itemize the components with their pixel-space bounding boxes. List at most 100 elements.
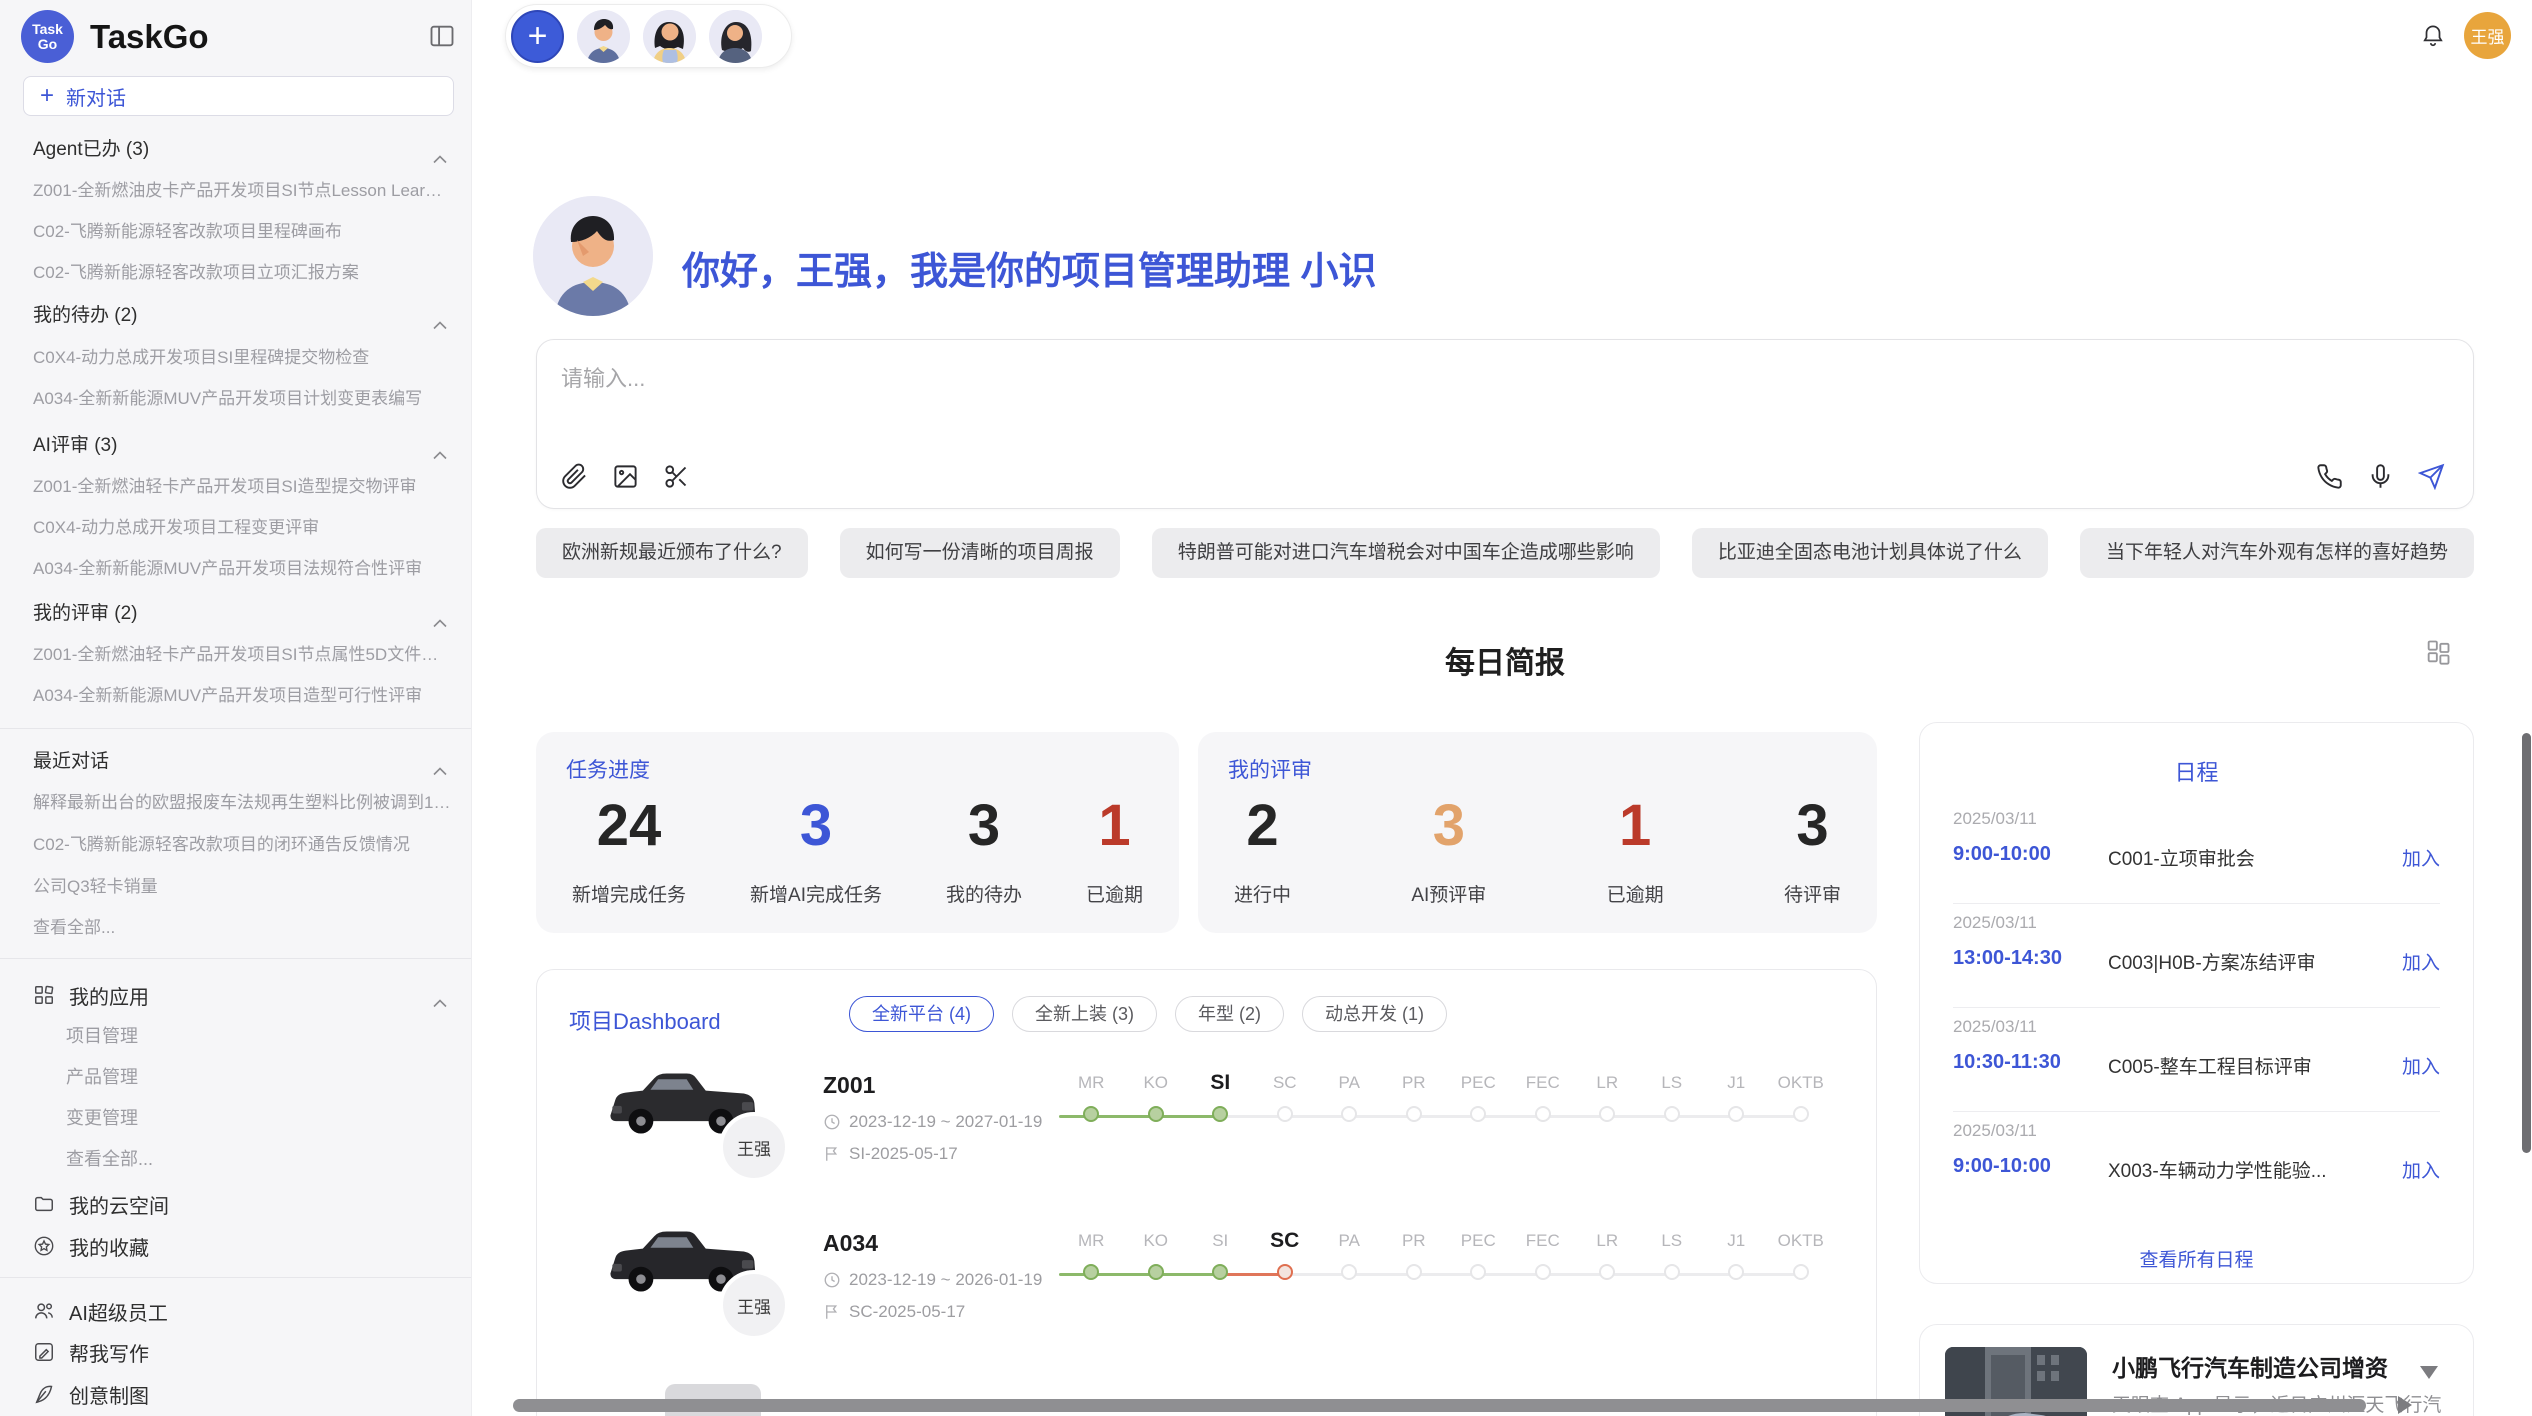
bell-icon[interactable] [2420,22,2446,48]
section-my-review[interactable]: 我的评审 (2) [33,600,451,628]
conversation-item[interactable]: C0X4-动力总成开发项目工程变更评审 [33,515,451,541]
join-button[interactable]: 加入 [2402,844,2440,871]
conversation-item[interactable]: Z001-全新燃油轻卡产品开发项目SI造型提交物评审 [33,474,451,500]
join-button[interactable]: 加入 [2402,948,2440,975]
project-row[interactable]: 王强 Z001 2023-12-19 ~ 2027-01-19 SI-2025-… [537,1050,1878,1200]
mic-icon[interactable] [2367,463,2394,490]
app-item-change-mgmt[interactable]: 变更管理 [66,1105,451,1131]
tab-new-body[interactable]: 全新上装 (3) [1012,996,1157,1032]
section-ai-review[interactable]: AI评审 (3) [33,432,451,460]
app-item-product-mgmt[interactable]: 产品管理 [66,1064,451,1090]
chevron-up-icon[interactable] [433,145,447,154]
recent-item[interactable]: 公司Q3轻卡销量 [33,874,451,900]
join-button[interactable]: 加入 [2402,1156,2440,1183]
milestone-labels: MR KO SI SC PA PR PEC FEC LR LS J1 OKTB [1059,1068,1833,1098]
horizontal-scrollbar[interactable] [513,1399,2366,1412]
sidebar-item-cloud-space[interactable]: 我的云空间 [33,1190,451,1218]
topbar-quick-pill: + [505,4,792,68]
avatar[interactable] [643,10,696,63]
star-icon [33,1235,55,1257]
chevron-up-icon[interactable] [433,991,447,1000]
conversation-item[interactable]: C0X4-动力总成开发项目SI里程碑提交物检查 [33,345,451,371]
sidebar-collapse-icon[interactable] [428,22,456,50]
tab-powertrain[interactable]: 动总开发 (1) [1302,996,1447,1032]
scroll-down-arrow-icon[interactable] [2420,1366,2438,1379]
milestone-node [1664,1264,1680,1280]
schedule-time: 13:00-14:30 [1953,947,2062,970]
recent-item[interactable]: C02-飞腾新能源轻客改款项目的闭环通告反馈情况 [33,832,451,858]
conversation-item[interactable]: A034-全新新能源MUV产品开发项目计划变更表编写 [33,386,451,412]
scissors-icon[interactable] [663,463,690,490]
milestone-line [1059,1104,1833,1128]
schedule-time: 10:30-11:30 [1953,1051,2061,1074]
layout-grid-icon[interactable] [2424,638,2452,666]
help-write-label: 帮我写作 [69,1338,149,1367]
milestone-node [1341,1264,1357,1280]
send-icon[interactable] [2418,463,2445,490]
add-conversation-button[interactable]: + [511,10,564,63]
logo-line2: Go [38,37,57,52]
avatar[interactable] [709,10,762,63]
app-title: TaskGo [90,18,209,56]
clock-icon [823,1113,841,1131]
section-agent-done[interactable]: Agent已办 (3) [33,136,451,164]
app-root: Task Go TaskGo + 新对话 Agent已办 (3) Z001-全新… [0,0,2532,1416]
project-flag: SI-2025-05-17 [823,1144,958,1164]
suggestion-chip[interactable]: 欧洲新规最近颁布了什么? [536,528,808,578]
user-avatar[interactable]: 王强 [2464,12,2511,59]
conversation-item[interactable]: Z001-全新燃油皮卡产品开发项目SI节点Lesson Learn报告 [33,178,451,204]
stat-my-todo: 3 我的待办 [940,790,1028,915]
write-icon [33,1341,55,1363]
sidebar-item-ai-staff[interactable]: AI超级员工 [33,1297,451,1325]
vertical-scrollbar[interactable] [2522,733,2531,1153]
section-recent[interactable]: 最近对话 [33,748,451,776]
project-dates: 2023-12-19 ~ 2027-01-19 [823,1112,1042,1132]
chevron-up-icon[interactable] [433,441,447,450]
suggestion-chip[interactable]: 当下年轻人对汽车外观有怎样的喜好趋势 [2080,528,2474,578]
schedule-name: X003-车辆动力学性能验... [2108,1156,2327,1183]
creative-draw-label: 创意制图 [69,1380,149,1409]
divider [1953,1007,2440,1008]
conversation-item[interactable]: A034-全新新能源MUV产品开发项目造型可行性评审 [33,683,451,709]
recent-item[interactable]: 解释最新出台的欧盟报废车法规再生塑料比例被调到15%... [33,790,451,816]
sidebar-item-favorites[interactable]: 我的收藏 [33,1232,451,1260]
avatar[interactable] [577,10,630,63]
schedule-name: C001-立项审批会 [2108,844,2255,871]
sidebar-item-creative-draw[interactable]: 创意制图 [33,1380,451,1408]
chevron-up-icon[interactable] [433,311,447,320]
milestone-node-done [1148,1264,1164,1280]
conversation-item[interactable]: C02-飞腾新能源轻客改款项目立项汇报方案 [33,260,451,286]
app-item-project-mgmt[interactable]: 项目管理 [66,1023,451,1049]
view-all-schedule-link[interactable]: 查看所有日程 [1920,1245,2473,1272]
ai-staff-label: AI超级员工 [69,1297,168,1326]
milestone-node-overdue [1277,1264,1293,1280]
sidebar-item-help-write[interactable]: 帮我写作 [33,1338,451,1366]
apps-view-all[interactable]: 查看全部... [66,1146,451,1172]
tab-year-model[interactable]: 年型 (2) [1175,996,1284,1032]
paperclip-icon[interactable] [561,463,588,490]
chevron-up-icon[interactable] [433,757,447,766]
chevron-up-icon[interactable] [433,609,447,618]
image-icon[interactable] [612,463,639,490]
project-owner-avatar: 王强 [719,1270,789,1340]
suggestion-chip[interactable]: 如何写一份清晰的项目周报 [840,528,1120,578]
suggestion-chip[interactable]: 特朗普可能对进口汽车增税会对中国车企造成哪些影响 [1152,528,1660,578]
recent-view-all[interactable]: 查看全部... [33,915,451,941]
scroll-right-arrow-icon[interactable] [2398,1396,2412,1414]
conversation-item[interactable]: C02-飞腾新能源轻客改款项目里程碑画布 [33,219,451,245]
join-button[interactable]: 加入 [2402,1052,2440,1079]
new-chat-button[interactable]: + 新对话 [23,76,454,116]
tab-all-platform[interactable]: 全新平台 (4) [849,996,994,1032]
section-my-todo[interactable]: 我的待办 (2) [33,302,451,330]
conversation-item[interactable]: A034-全新新能源MUV产品开发项目法规符合性评审 [33,556,451,582]
project-row[interactable]: 王强 A034 2023-12-19 ~ 2026-01-19 SC-2025-… [537,1208,1878,1358]
chat-input[interactable] [561,366,2061,392]
conversation-item[interactable]: Z001-全新燃油轻卡产品开发项目SI节点属性5D文件评审 [33,642,451,668]
suggestion-chip[interactable]: 比亚迪全固态电池计划具体说了什么 [1692,528,2048,578]
schedule-date: 2025/03/11 [1953,1017,2037,1037]
sidebar: Task Go TaskGo + 新对话 Agent已办 (3) Z001-全新… [0,0,472,1416]
phone-icon[interactable] [2316,463,2343,490]
sidebar-item-my-apps[interactable]: 我的应用 [33,981,451,1009]
divider [0,1277,471,1278]
schedule-item: 2025/03/11 9:00-10:00 C001-立项审批会 加入 [1953,801,2440,897]
